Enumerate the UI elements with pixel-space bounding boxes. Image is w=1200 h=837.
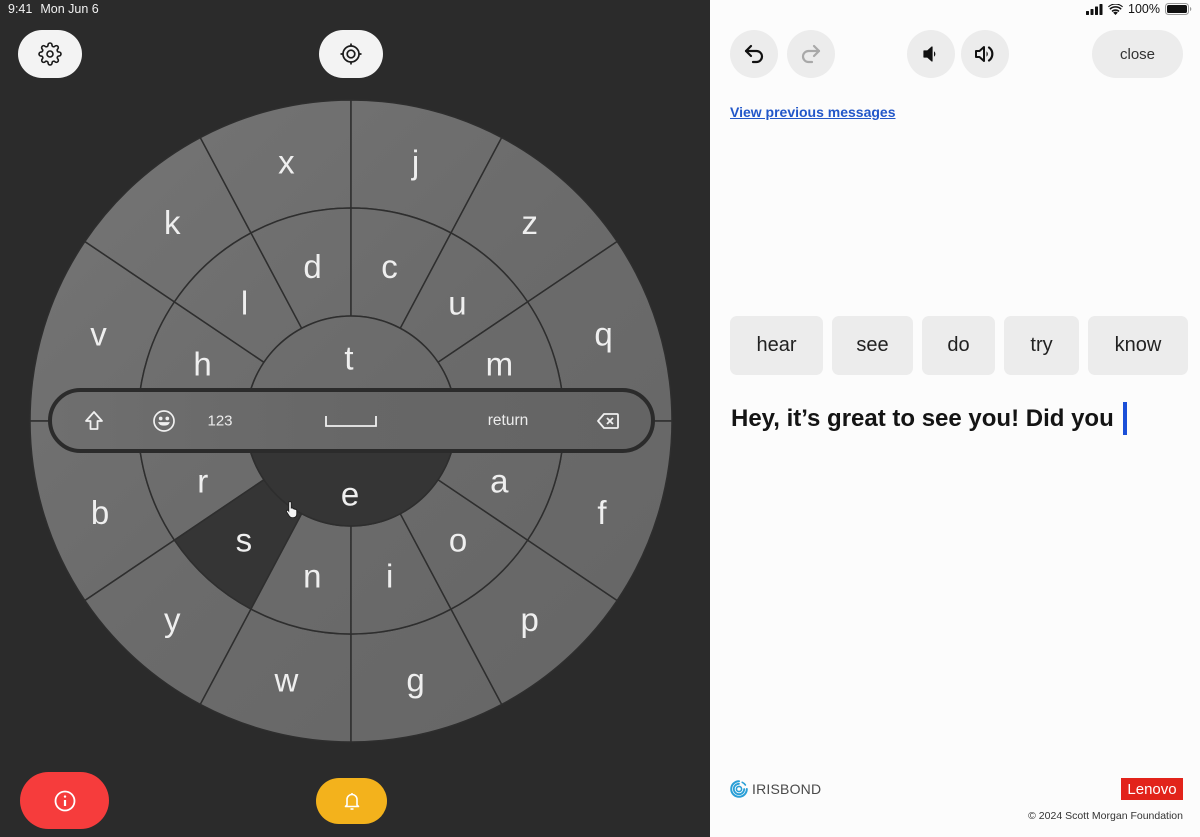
shift-icon	[85, 410, 103, 430]
pointer-cursor-icon	[285, 500, 298, 518]
keyboard-pane: vkxjzqhldcumbywgpfrsnioate 9:41 Mon Jun …	[0, 0, 710, 837]
space-key[interactable]	[324, 414, 378, 428]
suggestion-button[interactable]: see	[832, 316, 913, 375]
undo-icon	[744, 44, 764, 64]
space-icon	[325, 415, 377, 427]
backspace-icon	[597, 412, 619, 429]
close-button[interactable]: close	[1092, 30, 1183, 78]
irisbond-wordmark: IRISBOND	[752, 781, 822, 797]
target-icon	[340, 43, 362, 65]
irisbond-logo: IRISBOND	[729, 779, 821, 799]
volume-up-icon	[975, 46, 994, 62]
battery-percent: 100%	[1128, 2, 1160, 16]
suggestion-button[interactable]: know	[1088, 316, 1188, 375]
copyright-text: © 2024 Scott Morgan Foundation	[1028, 810, 1183, 822]
info-icon	[54, 790, 75, 811]
text-caret	[1122, 402, 1127, 435]
emoji-icon	[153, 409, 175, 432]
bell-icon	[344, 793, 359, 810]
backspace-key[interactable]	[596, 412, 620, 430]
redo-icon	[801, 44, 821, 64]
suggestion-button[interactable]: try	[1004, 316, 1079, 375]
undo-button[interactable]	[730, 30, 778, 78]
shift-key[interactable]	[84, 410, 104, 432]
settings-button[interactable]	[18, 30, 82, 78]
word-suggestions: hear see do try know	[730, 316, 1188, 375]
message-text: Hey, it’s great to see you! Did you	[731, 404, 1114, 432]
wifi-icon	[1108, 3, 1124, 15]
keyboard-toolbar: 123 return	[48, 388, 655, 453]
redo-button[interactable]	[787, 30, 835, 78]
irisbond-logo-icon	[730, 780, 748, 798]
volume-up-button[interactable]	[961, 30, 1009, 78]
suggestion-button[interactable]: hear	[730, 316, 823, 375]
battery-icon	[1165, 3, 1192, 15]
bell-button[interactable]	[316, 778, 387, 824]
lenovo-logo: Lenovo	[1121, 778, 1183, 800]
alert-button[interactable]	[20, 772, 109, 829]
gear-icon	[38, 42, 62, 66]
return-key[interactable]: return	[488, 412, 529, 430]
suggestion-button[interactable]: do	[922, 316, 995, 375]
message-text-field[interactable]: Hey, it’s great to see you! Did you	[731, 402, 1127, 435]
status-bar-right: 100%	[1086, 2, 1192, 16]
status-date: Mon Jun 6	[40, 2, 99, 16]
recenter-button[interactable]	[319, 30, 383, 78]
emoji-key[interactable]	[152, 409, 176, 433]
volume-down-icon	[923, 46, 936, 62]
message-pane: 100% close View previous messages hear s…	[710, 0, 1200, 837]
status-time: 9:41	[8, 2, 33, 16]
cellular-signal-icon	[1086, 3, 1103, 15]
volume-down-button[interactable]	[907, 30, 955, 78]
status-bar-left: 9:41 Mon Jun 6	[8, 2, 99, 16]
view-previous-messages-link[interactable]: View previous messages	[730, 104, 896, 120]
numbers-key[interactable]: 123	[207, 412, 232, 429]
